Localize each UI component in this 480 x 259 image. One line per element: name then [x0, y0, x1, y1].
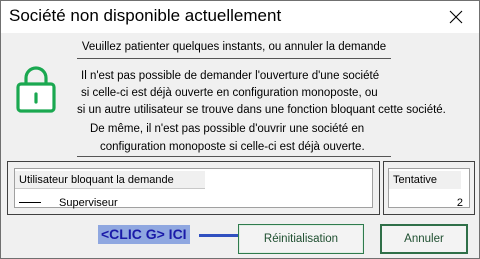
row-indicator [19, 202, 41, 203]
message-line: si un autre utilisateur se trouve dans u… [77, 104, 446, 116]
window-title: Société non disponible actuellement [9, 6, 282, 25]
dialog-window: Société non disponible actuellement Veui… [0, 0, 480, 259]
message-line: Il n'est pas possible de demander l'ouve… [81, 70, 380, 82]
annotation-arrow [199, 234, 239, 237]
message-line: configuration monoposte si celle-ci est … [100, 141, 365, 153]
attempt-list[interactable]: Tentative 2 [388, 168, 470, 209]
reset-button[interactable]: Réinitialisation [238, 224, 364, 254]
click-here-annotation: <CLIC G> ICI [98, 225, 190, 244]
close-button[interactable] [433, 1, 479, 33]
close-icon [449, 10, 463, 24]
attempt-table: Tentative 2 [383, 161, 475, 215]
message-line: si celle-ci est déjà ouverte en configur… [81, 87, 378, 99]
instruction-heading: Veuillez patienter quelques instants, ou… [81, 41, 387, 53]
blocking-user-table: Utilisateur bloquant la demande Supervis… [7, 161, 380, 215]
message-divider [77, 156, 391, 157]
lock-icon [16, 66, 56, 113]
heading-divider [77, 58, 391, 59]
cancel-button[interactable]: Annuler [380, 224, 468, 254]
column-header-user[interactable]: Utilisateur bloquant la demande [15, 171, 205, 189]
blocking-user-name[interactable]: Superviseur [59, 197, 118, 209]
attempt-count: 2 [456, 197, 463, 209]
blocking-user-list[interactable]: Utilisateur bloquant la demande Supervis… [14, 168, 373, 209]
column-header-attempt[interactable]: Tentative [389, 171, 461, 189]
title-bar: Société non disponible actuellement [1, 1, 479, 33]
message-line: De même, il n'est pas possible d'ouvrir … [90, 123, 365, 135]
